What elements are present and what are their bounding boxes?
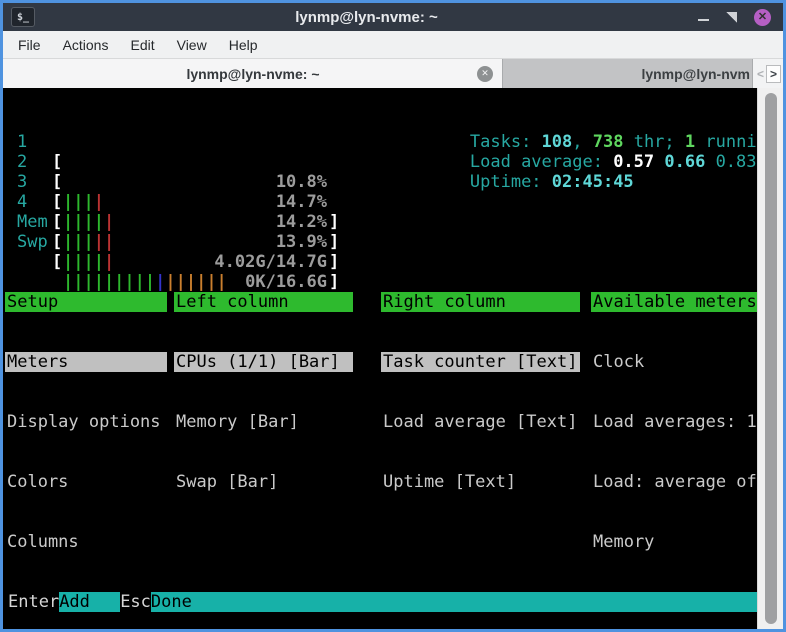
menu-file[interactable]: File — [7, 37, 52, 53]
meter-value: 13.9% — [63, 232, 327, 252]
tab-inactive-label: lynmp@lyn-nvm — [641, 66, 750, 82]
close-icon[interactable]: ✕ — [754, 9, 771, 26]
tab-bar: lynmp@lyn-nvme: ~ ✕ lynmp@lyn-nvm < > — [3, 59, 783, 88]
setup-item-columns[interactable]: Columns — [5, 532, 167, 552]
tab-active[interactable]: lynmp@lyn-nvme: ~ ✕ — [3, 59, 503, 88]
left-column-item-cpus[interactable]: CPUs (1/1) [Bar] — [174, 352, 353, 372]
window-title: lynmp@lyn-nvme: ~ — [35, 9, 698, 26]
available-meters-panel: Available meters Clock Load averages: 1 … — [591, 252, 757, 629]
left-column-header: Left column — [174, 292, 353, 312]
setup-item-colors[interactable]: Colors — [5, 472, 167, 492]
uptime-stat: Uptime: 02:45:45 — [388, 152, 634, 172]
setup-panel: Setup Meters Display options Colors Colu… — [5, 252, 167, 592]
tab-scroll-right-icon[interactable]: > — [766, 65, 781, 83]
menubar: File Actions Edit View Help — [3, 31, 783, 59]
left-column-item-swap[interactable]: Swap [Bar] — [174, 472, 353, 492]
right-column-item-uptime[interactable]: Uptime [Text] — [381, 472, 580, 492]
done-button[interactable]: Done — [151, 592, 757, 612]
add-button[interactable]: Add — [59, 592, 120, 612]
left-column-panel: Left column CPUs (1/1) [Bar] Memory [Bar… — [174, 252, 353, 532]
tab-active-label: lynmp@lyn-nvme: ~ — [29, 66, 477, 82]
menu-view[interactable]: View — [166, 37, 218, 53]
tab-close-icon[interactable]: ✕ — [477, 66, 493, 82]
available-meters-header: Available meters — [591, 292, 757, 312]
left-column-item-memory[interactable]: Memory [Bar] — [174, 412, 353, 432]
menu-edit[interactable]: Edit — [119, 37, 165, 53]
right-column-header: Right column — [381, 292, 580, 312]
cpu4-meter: 4 [ 13.9% ||||| ] — [3, 172, 757, 192]
tab-inactive[interactable]: lynmp@lyn-nvm — [503, 59, 752, 88]
scrollbar-thumb[interactable] — [765, 93, 777, 624]
right-column-panel: Right column Task counter [Text] Load av… — [381, 252, 580, 532]
swap-meter: Swp [ 0K/16.6G ] — [3, 212, 757, 232]
available-item-load-averages[interactable]: Load averages: 1 — [591, 412, 757, 432]
scrollbar-track[interactable] — [757, 88, 783, 629]
maximize-icon[interactable] — [726, 12, 737, 23]
esc-key-label: Esc — [120, 592, 151, 612]
terminal-area: 1 [ 10.8% |||| ] 2 [ 14.7% ||||| ] 3 [ 1… — [3, 88, 783, 629]
menu-help[interactable]: Help — [218, 37, 269, 53]
menu-actions[interactable]: Actions — [52, 37, 120, 53]
setup-item-display-options[interactable]: Display options — [5, 412, 167, 432]
function-bar: Enter Add Esc Done — [3, 592, 757, 612]
available-item-clock[interactable]: Clock — [591, 352, 757, 372]
htop-setup-screen: 1 [ 10.8% |||| ] 2 [ 14.7% ||||| ] 3 [ 1… — [3, 88, 757, 629]
window-controls: ✕ — [698, 9, 771, 26]
tab-scroll-left-icon[interactable]: < — [755, 67, 766, 81]
setup-panel-header: Setup — [5, 292, 167, 312]
right-column-item-task-counter[interactable]: Task counter [Text] — [381, 352, 580, 372]
meter-label: Swp — [17, 232, 48, 252]
tab-scroll-arrows: < > — [752, 59, 783, 88]
setup-item-meters[interactable]: Meters — [5, 352, 167, 372]
memory-meter: Mem [ 4.02G/14.7G |||||||||||||||| ] — [3, 192, 757, 212]
right-column-item-load-average[interactable]: Load average [Text] — [381, 412, 580, 432]
tasks-stat: Tasks: 108, 738 thr; 1 running — [388, 112, 757, 132]
terminal-app-icon: $_ — [11, 7, 35, 27]
enter-key-label: Enter — [8, 592, 59, 612]
load-average-stat: Load average: 0.57 0.66 0.83 — [388, 132, 757, 152]
meter-bracket: ] — [329, 232, 339, 252]
available-item-memory[interactable]: Memory — [591, 532, 757, 552]
terminal-window: $_ lynmp@lyn-nvme: ~ ✕ File Actions Edit… — [0, 0, 786, 632]
minimize-icon[interactable] — [698, 19, 709, 21]
titlebar: $_ lynmp@lyn-nvme: ~ ✕ — [3, 3, 783, 31]
available-item-load[interactable]: Load: average of — [591, 472, 757, 492]
